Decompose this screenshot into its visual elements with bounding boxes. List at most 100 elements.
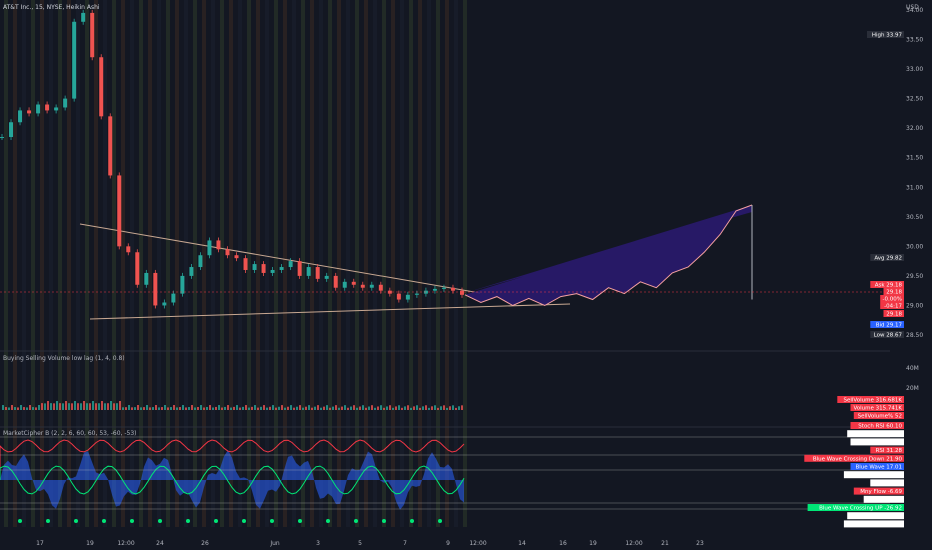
price-tick: 32.50 <box>906 96 923 103</box>
candle[interactable] <box>162 302 167 306</box>
candle[interactable] <box>432 288 437 291</box>
time-axis[interactable]: 17 19 12:00 24 26 Jun 3 5 7 9 12:00 14 16 19 12:00 21 23 <box>36 540 704 547</box>
volume-bar <box>254 405 256 410</box>
volume-bar <box>401 407 403 410</box>
price-tick: 30.00 <box>906 243 923 250</box>
candle[interactable] <box>27 110 32 114</box>
signal-dot <box>102 519 106 523</box>
volume-bar <box>38 405 40 410</box>
candle[interactable] <box>81 12 86 22</box>
candle[interactable] <box>108 116 113 176</box>
volume-bar <box>407 405 409 410</box>
candle[interactable] <box>270 269 275 273</box>
candle[interactable] <box>135 252 140 285</box>
chart-canvas[interactable]: AT&T Inc., 15, NYSE, Heikin Ashi USD 34.… <box>0 0 932 550</box>
candle[interactable] <box>288 261 293 268</box>
candle[interactable] <box>378 284 383 291</box>
session-band <box>463 0 467 527</box>
volume-bar <box>332 406 334 410</box>
volume-bar <box>431 406 433 410</box>
candle[interactable] <box>90 12 95 58</box>
price-label-text: VWAP -14.99 <box>867 497 903 503</box>
candle[interactable] <box>171 293 176 303</box>
session-band <box>364 0 368 527</box>
volume-bar <box>338 407 340 410</box>
volume-bar <box>458 406 460 410</box>
volume-bar <box>176 407 178 410</box>
candle[interactable] <box>351 281 356 285</box>
candle[interactable] <box>63 98 68 108</box>
volume-bar <box>203 407 205 410</box>
price-label-text: RSI 31.28 <box>876 448 903 454</box>
volume-bar <box>299 405 301 410</box>
candle[interactable] <box>180 275 185 294</box>
volume-bar <box>263 405 265 410</box>
session-band <box>22 0 26 527</box>
candle[interactable] <box>450 287 455 291</box>
candle[interactable] <box>360 284 365 288</box>
volume-bar <box>374 407 376 410</box>
candle[interactable] <box>18 110 23 123</box>
volume-bar <box>2 405 4 410</box>
time-tick: 7 <box>403 540 407 547</box>
volume-bar <box>101 401 103 410</box>
candle[interactable] <box>9 122 14 138</box>
price-axis[interactable]: 34.00 33.50 33.00 32.50 32.00 31.50 31.00 30.50… <box>906 7 923 339</box>
session-band <box>202 0 206 527</box>
candle[interactable] <box>369 284 374 288</box>
candle[interactable] <box>405 294 410 300</box>
signal-dot <box>18 519 22 523</box>
candle[interactable] <box>225 249 230 256</box>
candle[interactable] <box>279 267 284 270</box>
candle[interactable] <box>342 281 347 288</box>
volume-bar <box>230 407 232 410</box>
volume-bar <box>365 407 367 410</box>
candle[interactable] <box>414 293 419 295</box>
volume-panel[interactable]: Buying Selling Volume low lag (1, 4, 0.8… <box>0 350 919 410</box>
candle[interactable] <box>117 175 122 247</box>
candle[interactable] <box>0 137 4 139</box>
candle[interactable] <box>198 255 203 268</box>
candle[interactable] <box>99 57 104 117</box>
price-label-text: Trigger 1 53.00 <box>859 440 902 446</box>
session-band <box>211 0 215 527</box>
volume-bar <box>434 405 436 410</box>
candle[interactable] <box>252 264 257 270</box>
volume-bar <box>260 406 262 410</box>
price-label-text: Stoch RSI 60.10 <box>858 424 902 430</box>
price-label-text: Ask 29.18 <box>875 283 903 289</box>
volume-bar <box>110 401 112 410</box>
volume-bar <box>311 407 313 410</box>
candle[interactable] <box>396 293 401 300</box>
candle[interactable] <box>144 272 149 285</box>
session-band <box>229 0 233 527</box>
volume-bar <box>209 405 211 410</box>
candle[interactable] <box>306 267 311 276</box>
candle[interactable] <box>54 107 59 111</box>
candle[interactable] <box>45 104 50 111</box>
candle[interactable] <box>189 267 194 276</box>
volume-bar <box>68 403 70 410</box>
time-tick: 12:00 <box>469 540 486 547</box>
candle[interactable] <box>441 287 446 289</box>
time-tick: 14 <box>518 540 526 547</box>
candle[interactable] <box>36 104 41 114</box>
forecast-area[interactable] <box>465 204 752 306</box>
candle[interactable] <box>460 290 464 295</box>
candle[interactable] <box>333 275 338 288</box>
candle[interactable] <box>216 240 221 250</box>
candle[interactable] <box>297 261 302 276</box>
time-tick: 21 <box>661 540 669 547</box>
candle[interactable] <box>72 21 77 99</box>
candle[interactable] <box>207 240 212 256</box>
candle[interactable] <box>153 272 158 306</box>
candle[interactable] <box>234 255 239 259</box>
candle[interactable] <box>126 246 131 253</box>
candle[interactable] <box>261 264 266 273</box>
price-label-text: Lt Blue Wave 2.82 <box>852 473 902 479</box>
forecast-projection[interactable] <box>464 204 753 307</box>
volume-bar <box>146 405 148 410</box>
candle[interactable] <box>315 267 320 279</box>
candle[interactable] <box>324 275 329 279</box>
candle[interactable] <box>243 258 248 270</box>
